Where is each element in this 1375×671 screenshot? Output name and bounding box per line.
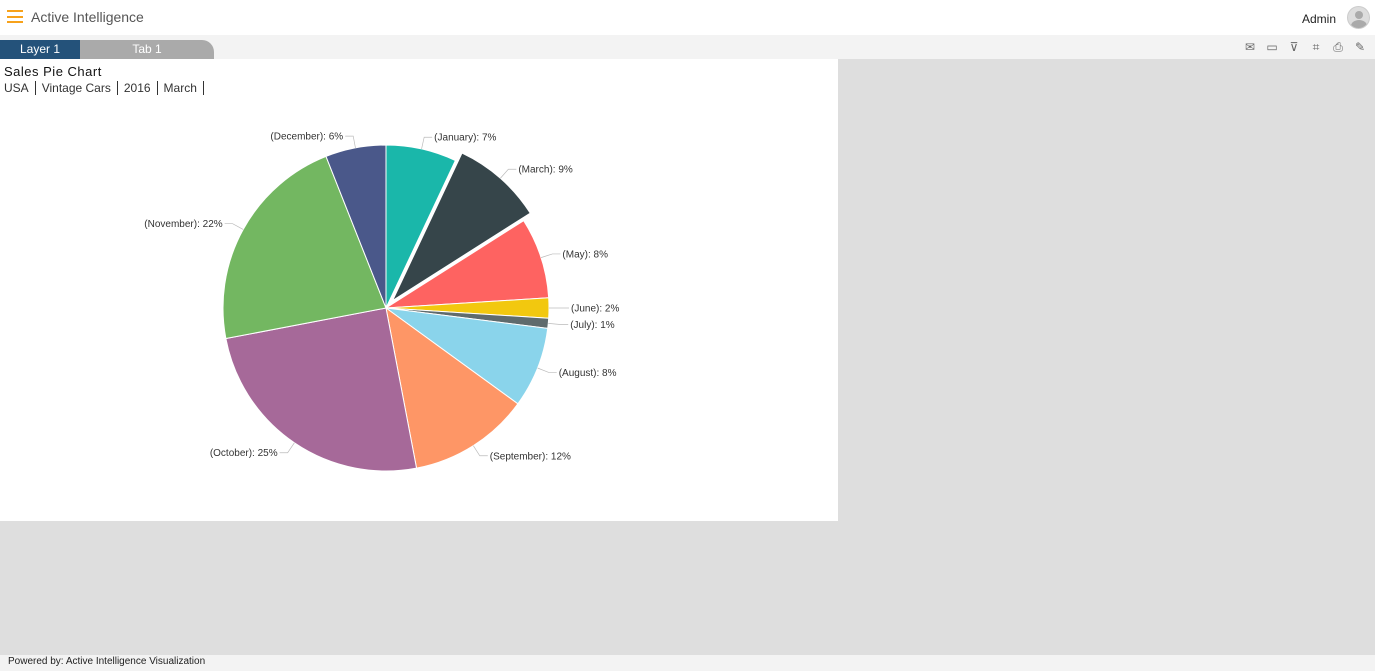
tab-layer-1[interactable]: Layer 1 bbox=[0, 40, 80, 59]
leader-line bbox=[421, 136, 433, 150]
data-label: (March): 9% bbox=[518, 165, 573, 176]
hamburger-menu-icon[interactable] bbox=[7, 10, 23, 23]
leader-line bbox=[224, 223, 244, 230]
leader-line bbox=[500, 168, 517, 179]
print-icon[interactable]: ⎙ bbox=[1331, 41, 1345, 54]
clear-filter-icon[interactable]: ⊽ bbox=[1287, 41, 1301, 54]
data-label: (September): 12% bbox=[490, 451, 571, 462]
comment-icon[interactable]: ▭ bbox=[1265, 41, 1279, 54]
crop-icon[interactable]: ⌗ bbox=[1309, 41, 1323, 54]
data-label: (January): 7% bbox=[434, 133, 496, 144]
data-label: (May): 8% bbox=[562, 249, 608, 260]
data-label: (June): 2% bbox=[571, 304, 619, 315]
data-label: (November): 22% bbox=[144, 219, 222, 230]
top-bar: Active Intelligence Admin bbox=[0, 0, 1375, 35]
user-name[interactable]: Admin bbox=[1302, 12, 1336, 26]
mail-icon[interactable]: ✉ bbox=[1243, 41, 1257, 54]
avatar[interactable] bbox=[1347, 6, 1370, 29]
footer: Powered by: Active Intelligence Visualiz… bbox=[0, 655, 1375, 671]
tab-bar: Layer 1 Tab 1 ✉ ▭ ⊽ ⌗ ⎙ ✎ bbox=[0, 35, 1375, 59]
data-label: (August): 8% bbox=[559, 368, 617, 379]
chart-panel: Sales Pie Chart USA Vintage Cars 2016 Ma… bbox=[0, 59, 838, 521]
leader-line bbox=[473, 445, 488, 457]
leader-line bbox=[540, 253, 561, 258]
leader-line bbox=[279, 442, 295, 454]
tab-tab-1[interactable]: Tab 1 bbox=[80, 40, 214, 59]
brand-name: Active Intelligence bbox=[31, 9, 144, 25]
data-label: (July): 1% bbox=[570, 320, 615, 331]
pie-chart: (January): 7% (March): 9% (May): 8% (June):… bbox=[144, 132, 619, 472]
leader-line bbox=[548, 322, 569, 325]
data-label: (December): 6% bbox=[270, 132, 343, 143]
edit-icon[interactable]: ✎ bbox=[1353, 41, 1367, 54]
leader-line bbox=[537, 367, 557, 373]
data-label: (October): 25% bbox=[210, 448, 278, 459]
leader-line bbox=[345, 135, 356, 148]
